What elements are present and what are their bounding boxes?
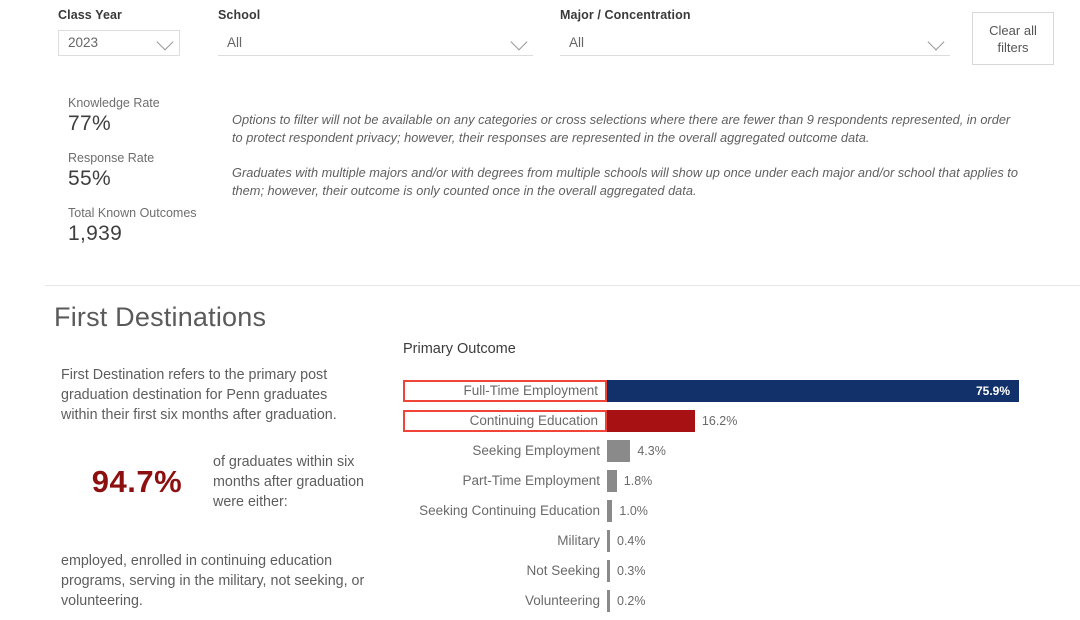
chart-rows: Full-Time Employment 75.9% Continuing Educ… — [403, 378, 1063, 614]
bar-track: 1.0% — [607, 498, 1063, 524]
bar-label[interactable]: Not Seeking — [403, 560, 607, 582]
clear-all-filters-button[interactable]: Clear all filters — [972, 12, 1054, 65]
class-year-dropdown[interactable]: 2023 — [58, 30, 180, 56]
major-concentration-value: All — [560, 36, 584, 50]
bar-value: 4.3% — [637, 444, 666, 458]
stat-label: Knowledge Rate — [68, 96, 218, 110]
filter-class-year-label: Class Year — [58, 8, 180, 22]
headline-caption: of graduates within six months after gra… — [213, 452, 381, 512]
chevron-down-icon — [928, 33, 945, 50]
bar-track: 4.3% — [607, 438, 1063, 464]
headline-stat: 94.7% of graduates within six months aft… — [61, 452, 381, 512]
stat-label: Response Rate — [68, 151, 218, 165]
stat-label: Total Known Outcomes — [68, 206, 218, 220]
bar-row[interactable]: Part-Time Employment 1.8% — [403, 468, 1063, 494]
summary-stats: Knowledge Rate 77% Response Rate 55% Tot… — [68, 96, 218, 261]
filter-major-label: Major / Concentration — [560, 8, 950, 22]
bar[interactable] — [607, 530, 610, 552]
bar-track: 0.4% — [607, 528, 1063, 554]
bar-label[interactable]: Seeking Continuing Education — [403, 500, 607, 522]
bar-track: 0.3% — [607, 558, 1063, 584]
bar-value: 0.4% — [617, 534, 646, 548]
disclaimer-notes: Options to filter will not be available … — [232, 98, 1022, 217]
bar-track: 0.2% — [607, 588, 1063, 614]
bar-label[interactable]: Volunteering — [403, 590, 607, 612]
bar[interactable] — [607, 590, 610, 612]
bar-value: 75.9% — [976, 384, 1010, 398]
filter-bar: Class Year 2023 School All Major / Conce… — [0, 0, 1080, 80]
page-title: First Destinations — [54, 302, 266, 333]
class-year-value: 2023 — [59, 36, 98, 50]
chevron-down-icon — [157, 34, 174, 51]
bar[interactable] — [607, 440, 630, 462]
primary-outcome-chart: Primary Outcome Full-Time Employment 75.9… — [403, 341, 1063, 618]
bar[interactable] — [607, 410, 695, 432]
school-dropdown[interactable]: All — [218, 30, 533, 56]
bar-value: 0.3% — [617, 564, 646, 578]
bar[interactable] — [607, 500, 612, 522]
destination-description: First Destination refers to the primary … — [61, 365, 361, 425]
note-multiple-majors: Graduates with multiple majors and/or wi… — [232, 164, 1022, 201]
headline-percentage: 94.7% — [61, 464, 213, 500]
bar-label[interactable]: Full-Time Employment — [403, 380, 607, 402]
bar-label[interactable]: Part-Time Employment — [403, 470, 607, 492]
bar-row[interactable]: Full-Time Employment 75.9% — [403, 378, 1063, 404]
bar-row[interactable]: Continuing Education 16.2% — [403, 408, 1063, 434]
school-value: All — [218, 36, 242, 50]
bar-value: 1.0% — [619, 504, 648, 518]
stat-knowledge-rate: Knowledge Rate 77% — [68, 96, 218, 136]
filter-class-year: Class Year 2023 — [58, 8, 180, 56]
stat-response-rate: Response Rate 55% — [68, 151, 218, 191]
chart-title: Primary Outcome — [403, 341, 1063, 357]
bar-value: 0.2% — [617, 594, 646, 608]
bar-row[interactable]: Military 0.4% — [403, 528, 1063, 554]
filter-major-concentration: Major / Concentration All — [560, 8, 950, 56]
bar-track: 16.2% — [607, 408, 1063, 434]
stat-value: 1,939 — [68, 222, 218, 246]
bar-row[interactable]: Seeking Continuing Education 1.0% — [403, 498, 1063, 524]
bar[interactable] — [607, 560, 610, 582]
bar-row[interactable]: Not Seeking 0.3% — [403, 558, 1063, 584]
stat-total-known-outcomes: Total Known Outcomes 1,939 — [68, 206, 218, 246]
note-privacy: Options to filter will not be available … — [232, 111, 1022, 148]
stat-value: 77% — [68, 112, 218, 136]
bar-row[interactable]: Volunteering 0.2% — [403, 588, 1063, 614]
bar-value: 1.8% — [624, 474, 653, 488]
stat-value: 55% — [68, 167, 218, 191]
bar-track: 75.9% — [607, 378, 1063, 404]
filter-school: School All — [218, 8, 533, 56]
section-divider — [45, 285, 1080, 286]
major-concentration-dropdown[interactable]: All — [560, 30, 950, 56]
bar-value: 16.2% — [702, 414, 737, 428]
bar[interactable]: 75.9% — [607, 380, 1019, 402]
bar-label[interactable]: Seeking Employment — [403, 440, 607, 462]
bar-label[interactable]: Military — [403, 530, 607, 552]
bar-label[interactable]: Continuing Education — [403, 410, 607, 432]
bar-row[interactable]: Seeking Employment 4.3% — [403, 438, 1063, 464]
filter-school-label: School — [218, 8, 533, 22]
bar[interactable] — [607, 470, 617, 492]
headline-footer-text: employed, enrolled in continuing educati… — [61, 551, 381, 611]
bar-track: 1.8% — [607, 468, 1063, 494]
chevron-down-icon — [511, 33, 528, 50]
